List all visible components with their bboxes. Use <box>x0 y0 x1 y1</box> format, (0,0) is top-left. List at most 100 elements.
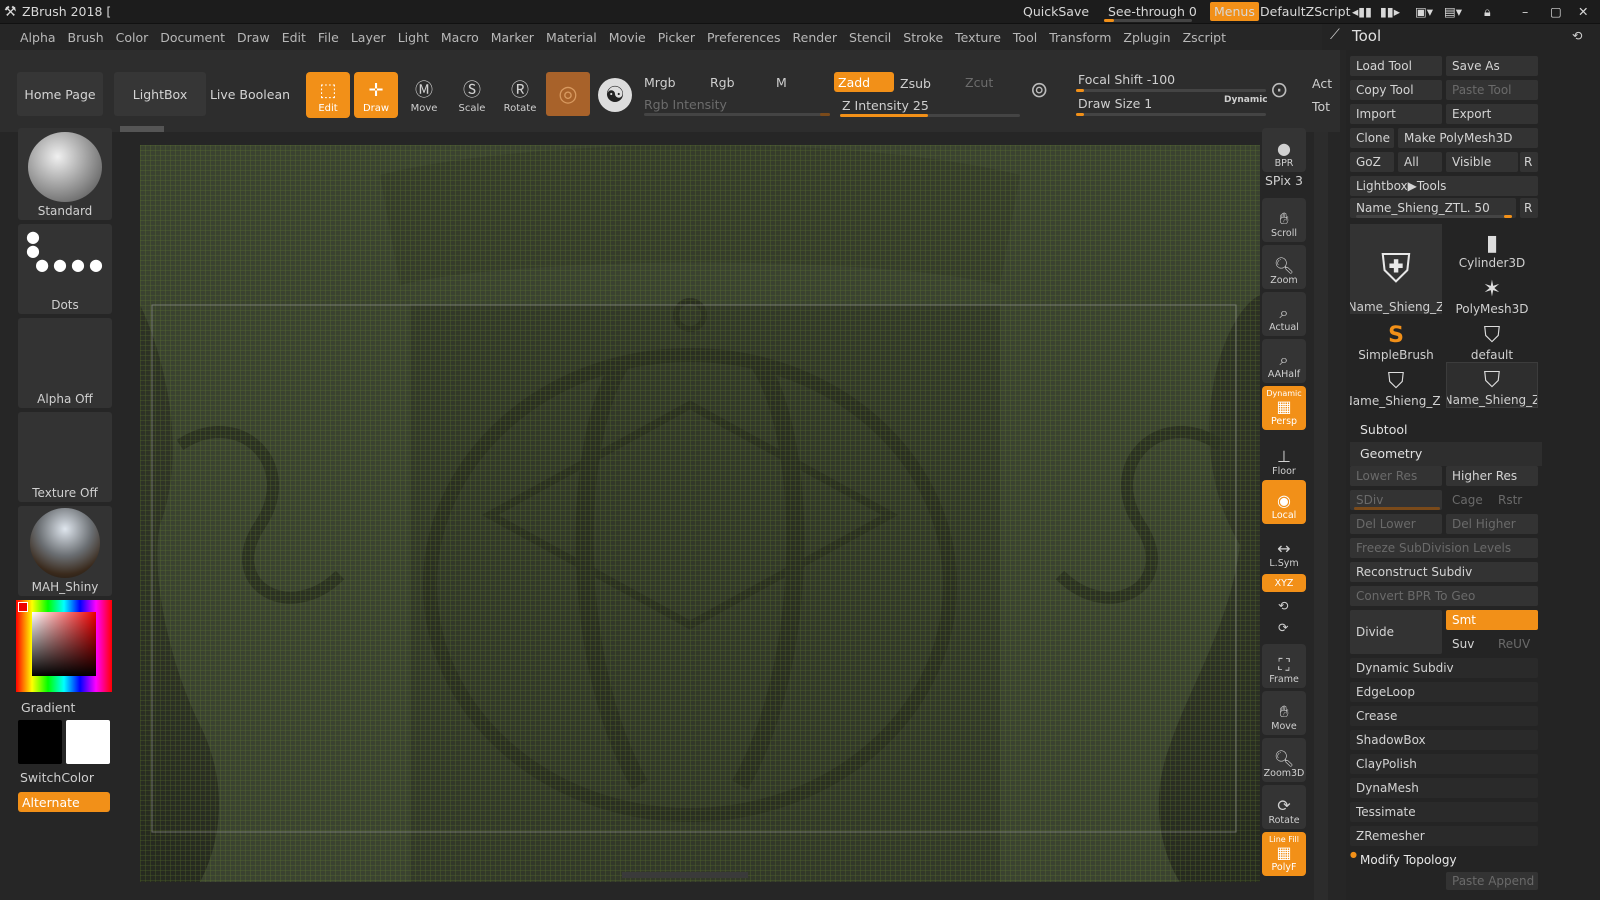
menu-layer[interactable]: Layer <box>351 30 386 45</box>
draw-size-slider[interactable]: Draw Size 1 <box>1078 96 1152 111</box>
menu-material[interactable]: Material <box>546 30 597 45</box>
cage-button[interactable]: Cage <box>1446 490 1490 510</box>
layout-right-icon[interactable]: ▮▮▸ <box>1380 4 1400 19</box>
menu-light[interactable]: Light <box>398 30 429 45</box>
spix-slider[interactable]: SPix 3 <box>1265 173 1303 188</box>
menu-alpha[interactable]: Alpha <box>20 30 56 45</box>
texture-picker[interactable]: Texture Off <box>18 412 112 502</box>
m-toggle[interactable]: M <box>776 75 787 90</box>
focal-shift-track[interactable] <box>1076 89 1266 92</box>
tool-thumb-shieng-1[interactable]: ⛉Name_Shieng_Z1 <box>1350 362 1442 408</box>
tool-palette-title[interactable]: Tool <box>1352 27 1381 45</box>
stroke-dots-icon[interactable]: ⊙ <box>1270 78 1304 112</box>
freeze-subdivision-button[interactable]: Freeze SubDivision Levels <box>1350 538 1538 558</box>
canvas-scroll-marker[interactable] <box>120 126 164 132</box>
menu-document[interactable]: Document <box>160 30 225 45</box>
menu-color[interactable]: Color <box>116 30 149 45</box>
see-through-track[interactable] <box>1104 19 1192 22</box>
crease-section[interactable]: Crease <box>1350 706 1538 726</box>
scroll-button[interactable]: ✋︎ Scroll <box>1262 198 1306 242</box>
import-button[interactable]: Import <box>1350 104 1442 124</box>
divide-button[interactable]: Divide <box>1350 610 1442 654</box>
menu-macro[interactable]: Macro <box>441 30 479 45</box>
paste-append-button[interactable]: Paste Append <box>1446 872 1538 890</box>
scale-mode-button[interactable]: Ⓢ Scale <box>450 72 494 118</box>
canvas-bottom-scroll[interactable] <box>622 872 748 878</box>
alpha-picker[interactable]: Alpha Off <box>18 318 112 408</box>
rgb-toggle[interactable]: Rgb <box>710 75 735 90</box>
tool-thumb-polymesh[interactable]: ✶ PolyMesh3D <box>1446 270 1538 316</box>
live-boolean-button[interactable]: Live Boolean <box>210 72 290 116</box>
brush-alpha-icon[interactable]: ◎ <box>546 72 590 116</box>
close-icon[interactable]: ✕ <box>1578 4 1588 19</box>
zcut-toggle[interactable]: Zcut <box>965 75 993 90</box>
menu-brush[interactable]: Brush <box>68 30 104 45</box>
save-as-button[interactable]: Save As <box>1446 56 1538 76</box>
move-view-button[interactable]: ✋︎ Move <box>1262 691 1306 735</box>
tool-thumb-cylinder[interactable]: ▮ Cylinder3D <box>1446 224 1538 270</box>
mrgb-toggle[interactable]: Mrgb <box>644 75 676 90</box>
goz-button[interactable]: GoZ <box>1350 152 1394 172</box>
stroke-picker[interactable]: ● ● ●●●● Dots <box>18 224 112 314</box>
material-picker[interactable]: MAH_Shiny <box>18 506 112 596</box>
claypolish-section[interactable]: ClayPolish <box>1350 754 1538 774</box>
menu-zscript[interactable]: Zscript <box>1183 30 1226 45</box>
menu-zplugin[interactable]: Zplugin <box>1123 30 1170 45</box>
tool-palette-pin-icon[interactable]: ⟋ <box>1330 27 1340 43</box>
dynamic-subdiv-section[interactable]: Dynamic Subdiv <box>1350 658 1538 678</box>
polyf-button[interactable]: Line Fill ▦ PolyF <box>1262 832 1306 876</box>
tool-thumb-shieng-2[interactable]: ⛉ Name_Shieng_Z <box>1446 362 1538 408</box>
alternate-toggle[interactable]: Alternate <box>18 792 110 812</box>
switch-color-button[interactable]: SwitchColor <box>20 770 94 785</box>
menu-texture[interactable]: Texture <box>955 30 1001 45</box>
suv-toggle[interactable]: Suv <box>1446 634 1490 654</box>
menu-draw[interactable]: Draw <box>237 30 270 45</box>
z-intensity-track[interactable] <box>840 114 1020 117</box>
lock-icon[interactable]: 🔒︎ <box>1484 4 1491 20</box>
shadowbox-section[interactable]: ShadowBox <box>1350 730 1538 750</box>
menu-render[interactable]: Render <box>793 30 838 45</box>
aahalf-button[interactable]: ⌕ AAHalf <box>1262 339 1306 383</box>
color-wheel-icon[interactable]: ☯ <box>598 78 632 112</box>
minimize-icon[interactable]: – <box>1522 4 1528 19</box>
menu-transform[interactable]: Transform <box>1049 30 1111 45</box>
document-canvas[interactable] <box>140 145 1260 882</box>
current-tool-track[interactable] <box>1356 215 1512 218</box>
color-saturation-square[interactable] <box>32 612 96 676</box>
tool-thumb-simplebrush[interactable]: S SimpleBrush <box>1350 316 1442 362</box>
zadd-toggle[interactable]: Zadd <box>834 72 894 92</box>
secondary-color-swatch[interactable] <box>66 720 110 764</box>
tool-r-button[interactable]: R <box>1520 198 1538 218</box>
layout-left-icon[interactable]: ◂▮▮ <box>1352 4 1372 19</box>
menu-preferences[interactable]: Preferences <box>707 30 781 45</box>
dynamesh-section[interactable]: DynaMesh <box>1350 778 1538 798</box>
smt-toggle[interactable]: Smt <box>1446 610 1538 630</box>
focal-shift-slider[interactable]: Focal Shift -100 <box>1078 72 1175 87</box>
rotate-view-button[interactable]: ⟳ Rotate <box>1262 785 1306 829</box>
menu-movie[interactable]: Movie <box>609 30 646 45</box>
right-tray-divider[interactable] <box>1314 132 1328 900</box>
maximize-icon[interactable]: ▢ <box>1550 4 1562 19</box>
paste-tool-button[interactable]: Paste Tool <box>1446 80 1538 100</box>
goz-r-button[interactable]: R <box>1520 152 1538 172</box>
lower-res-button[interactable]: Lower Res <box>1350 466 1442 486</box>
reconstruct-subdiv-button[interactable]: Reconstruct Subdiv <box>1350 562 1538 582</box>
zremesher-section[interactable]: ZRemesher <box>1350 826 1538 846</box>
menu-stencil[interactable]: Stencil <box>849 30 891 45</box>
home-page-button[interactable]: Home Page <box>17 72 103 116</box>
zoom3d-button[interactable]: 🔍︎ Zoom3D <box>1262 738 1306 782</box>
edit-mode-button[interactable]: ⬚ Edit <box>306 72 350 118</box>
menus-toggle[interactable]: Menus <box>1210 2 1259 21</box>
lightbox-button[interactable]: LightBox <box>114 72 206 116</box>
tessimate-section[interactable]: Tessimate <box>1350 802 1538 822</box>
frame-button[interactable]: ⛶ Frame <box>1262 644 1306 688</box>
zsub-toggle[interactable]: Zsub <box>900 76 931 91</box>
rstr-button[interactable]: Rstr <box>1492 490 1538 510</box>
goz-all-button[interactable]: All <box>1398 152 1442 172</box>
tool-palette-reset-icon[interactable]: ⟲ <box>1572 28 1582 43</box>
rotate-z-icon[interactable]: ⟳ <box>1278 620 1288 635</box>
tool-thumb-default[interactable]: ⛉ default <box>1446 316 1538 362</box>
draw-mode-button[interactable]: ✛ Draw <box>354 72 398 118</box>
tool-thumb-current[interactable]: ⛨ Name_Shieng_Z <box>1350 224 1442 314</box>
del-lower-button[interactable]: Del Lower <box>1350 514 1442 534</box>
